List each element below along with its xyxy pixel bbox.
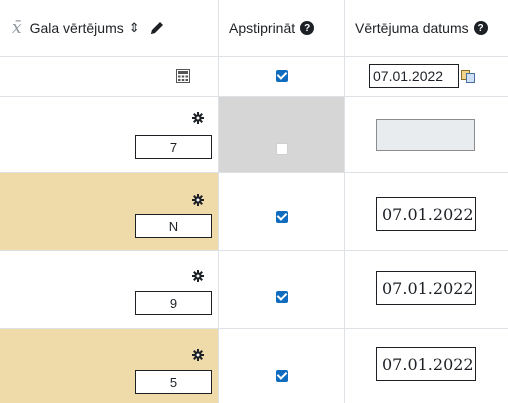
table-row: 9 07.01.2022 — [0, 250, 508, 328]
approve-all-checkbox[interactable] — [276, 70, 288, 82]
date-cell: 07.01.2022 — [345, 251, 508, 328]
column-divider — [344, 0, 345, 403]
table-row: 5 07.01.2022 — [0, 328, 508, 403]
gear-icon[interactable] — [192, 112, 204, 124]
grade-cell: 5 — [0, 329, 218, 403]
approve-header-label: Apstiprināt — [229, 20, 296, 36]
date-input[interactable]: 07.01.2022 — [376, 197, 476, 231]
calculator-icon[interactable] — [176, 69, 190, 83]
table-row: N 07.01.2022 — [0, 172, 508, 250]
column-divider — [218, 0, 219, 403]
approve-cell — [219, 97, 344, 172]
bulk-actions-row: 07.01.2022 — [0, 56, 508, 96]
bulk-approve-cell — [219, 57, 344, 96]
date-input[interactable]: 07.01.2022 — [376, 271, 476, 305]
approve-cell — [219, 251, 344, 328]
approve-checkbox[interactable] — [276, 370, 288, 382]
approve-checkbox[interactable] — [276, 291, 288, 303]
bulk-date-cell: 07.01.2022 — [345, 57, 508, 96]
gear-icon[interactable] — [192, 270, 204, 282]
date-input — [376, 119, 475, 151]
date-header-label: Vērtējuma datums — [355, 20, 469, 36]
date-header-cell: Vērtējuma datums ? — [345, 0, 508, 56]
grade-input[interactable]: 5 — [135, 370, 212, 394]
mean-symbol: x̄ — [12, 18, 22, 38]
help-icon[interactable]: ? — [300, 21, 315, 35]
gear-icon[interactable] — [192, 194, 204, 206]
date-cell: 07.01.2022 — [345, 329, 508, 403]
approve-cell — [219, 173, 344, 250]
help-icon[interactable]: ? — [473, 21, 488, 35]
grade-input[interactable]: 7 — [135, 135, 212, 159]
pencil-icon[interactable] — [149, 20, 165, 36]
table-header: x̄ Gala vērtējums ⇕ Apstiprināt ? Vērtēj… — [0, 0, 508, 56]
table-row: 7 — [0, 96, 508, 172]
sort-icon[interactable]: ⇕ — [129, 20, 140, 36]
approve-cell — [219, 329, 344, 403]
final-grade-header-cell: x̄ Gala vērtējums ⇕ — [0, 0, 218, 56]
grade-input[interactable]: 9 — [135, 291, 212, 315]
grade-cell: 9 — [0, 251, 218, 328]
approve-checkbox — [276, 143, 288, 155]
grade-cell: 7 — [0, 97, 218, 172]
grade-input[interactable]: N — [135, 214, 212, 238]
approve-checkbox[interactable] — [276, 211, 288, 223]
grades-table: x̄ Gala vērtējums ⇕ Apstiprināt ? Vērtēj… — [0, 0, 508, 403]
copy-icon[interactable] — [461, 70, 475, 83]
approve-header-cell: Apstiprināt ? — [219, 0, 344, 56]
date-cell: 07.01.2022 — [345, 173, 508, 250]
date-input[interactable]: 07.01.2022 — [376, 347, 476, 381]
final-grade-header-label[interactable]: Gala vērtējums — [30, 20, 124, 36]
gear-icon[interactable] — [192, 349, 204, 361]
bulk-date-input[interactable]: 07.01.2022 — [369, 64, 459, 88]
grade-cell: N — [0, 173, 218, 250]
bulk-grade-cell — [0, 57, 218, 96]
date-cell — [345, 97, 508, 172]
